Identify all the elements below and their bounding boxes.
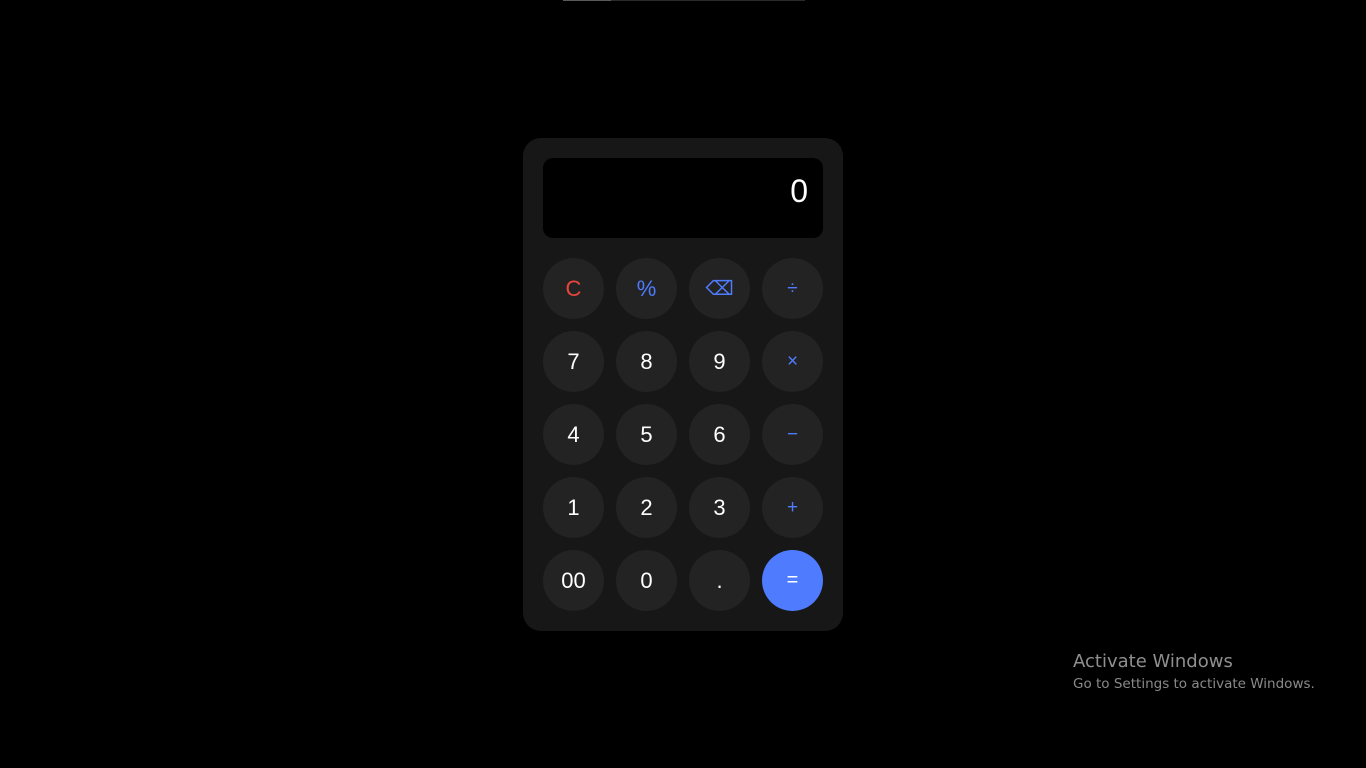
- top-edge-highlight: [563, 0, 611, 1]
- watermark-subtitle: Go to Settings to activate Windows.: [1073, 676, 1315, 692]
- keypad: C % ⌫ ÷ 7 8 9 × 4 5 6 − 1 2 3 + 00 0 . =: [543, 258, 823, 611]
- backspace-button[interactable]: ⌫: [689, 258, 750, 319]
- display-value: 0: [790, 173, 808, 209]
- plus-button[interactable]: +: [762, 477, 823, 538]
- two-button[interactable]: 2: [616, 477, 677, 538]
- multiply-button[interactable]: ×: [762, 331, 823, 392]
- three-button[interactable]: 3: [689, 477, 750, 538]
- activate-windows-watermark: Activate Windows Go to Settings to activ…: [1073, 651, 1315, 694]
- double-zero-button[interactable]: 00: [543, 550, 604, 611]
- clear-button[interactable]: C: [543, 258, 604, 319]
- calculator: 0 C % ⌫ ÷ 7 8 9 × 4 5 6 − 1 2 3 + 00 0 .…: [523, 138, 843, 631]
- decimal-button[interactable]: .: [689, 550, 750, 611]
- watermark-title: Activate Windows: [1073, 651, 1233, 672]
- divide-button[interactable]: ÷: [762, 258, 823, 319]
- seven-button[interactable]: 7: [543, 331, 604, 392]
- calculator-display: 0: [543, 158, 823, 238]
- five-button[interactable]: 5: [616, 404, 677, 465]
- eight-button[interactable]: 8: [616, 331, 677, 392]
- minus-button[interactable]: −: [762, 404, 823, 465]
- zero-button[interactable]: 0: [616, 550, 677, 611]
- equals-button[interactable]: =: [762, 550, 823, 611]
- top-edge-line: [563, 0, 805, 1]
- backspace-icon: ⌫: [705, 278, 734, 300]
- six-button[interactable]: 6: [689, 404, 750, 465]
- one-button[interactable]: 1: [543, 477, 604, 538]
- percent-button[interactable]: %: [616, 258, 677, 319]
- four-button[interactable]: 4: [543, 404, 604, 465]
- nine-button[interactable]: 9: [689, 331, 750, 392]
